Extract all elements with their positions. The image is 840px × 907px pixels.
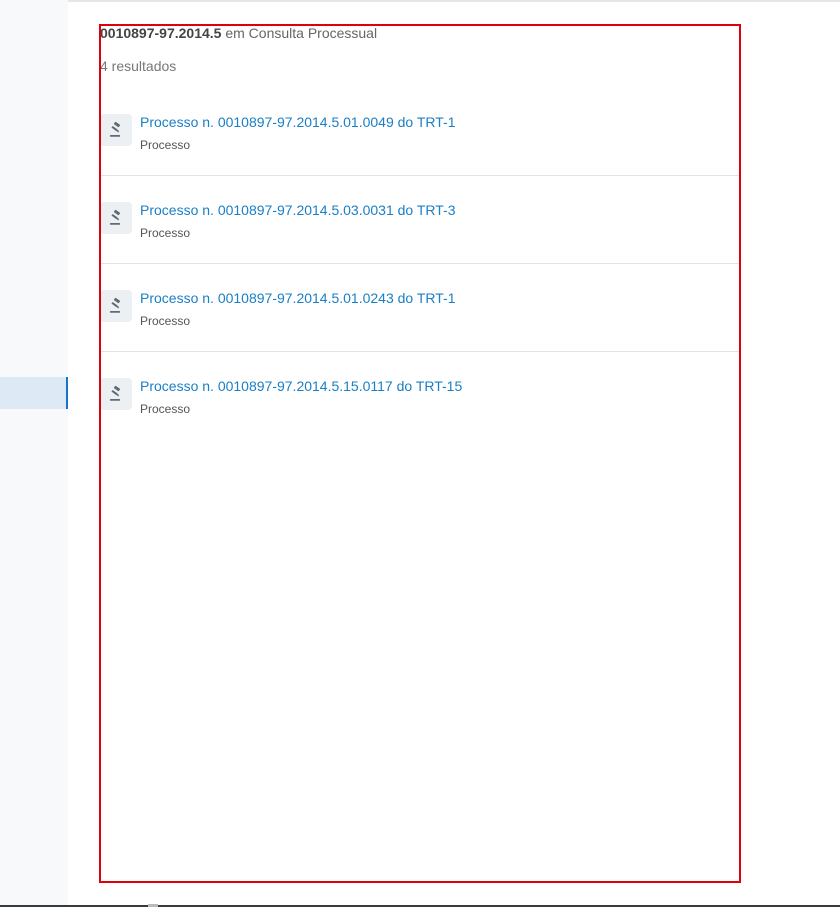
highlight-frame <box>99 24 741 883</box>
sidebar-active-item[interactable] <box>0 377 68 409</box>
top-border <box>0 0 840 2</box>
left-sidebar <box>0 0 68 907</box>
